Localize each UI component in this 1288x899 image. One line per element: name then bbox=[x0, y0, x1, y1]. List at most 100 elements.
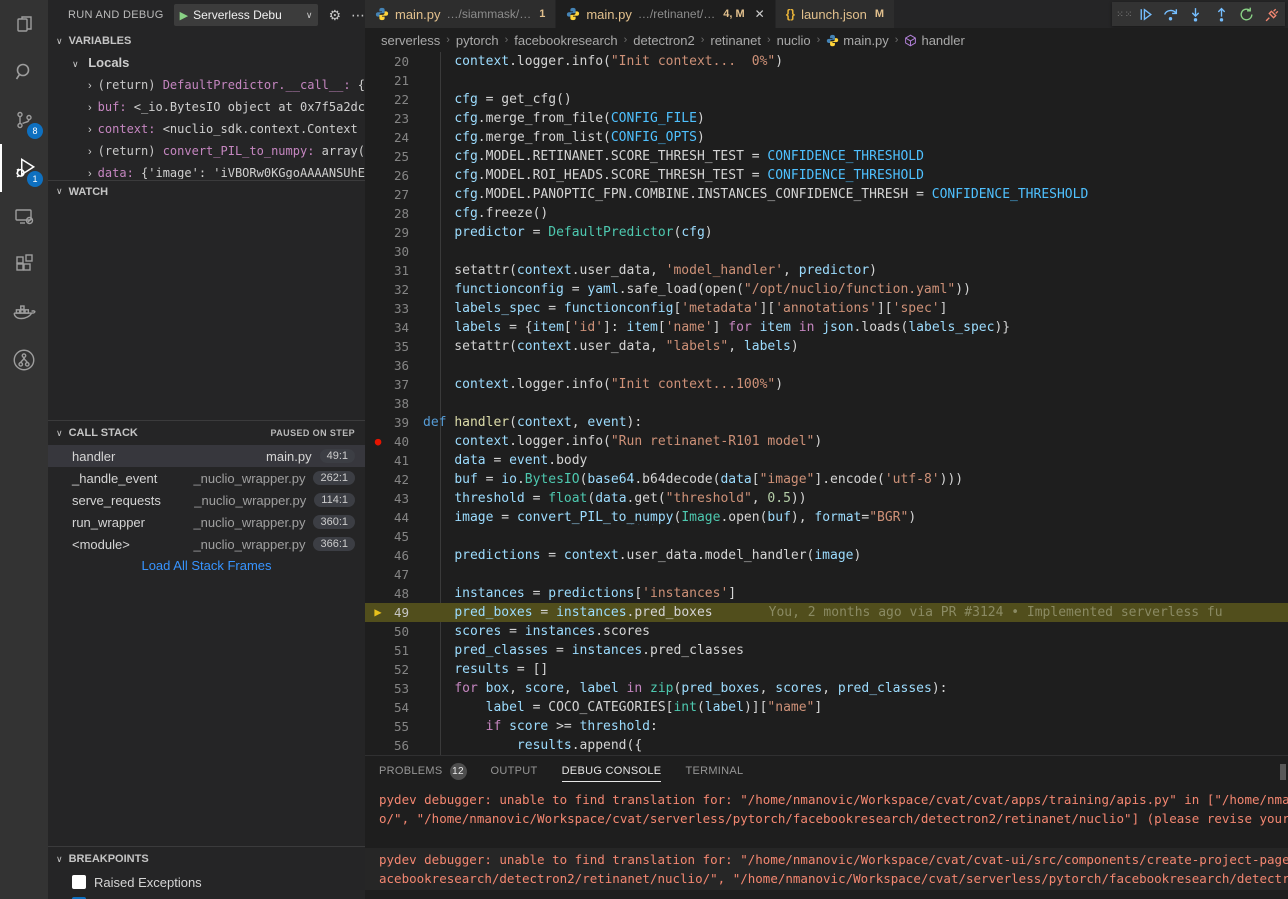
code-line[interactable]: 54 label = COCO_CATEGORIES[int(label)]["… bbox=[365, 698, 1288, 717]
code-line[interactable]: 28 cfg.freeze() bbox=[365, 204, 1288, 223]
code-line[interactable]: 36 bbox=[365, 356, 1288, 375]
call-stack-header[interactable]: ∨ CALL STACK PAUSED ON STEP bbox=[48, 421, 365, 445]
code-line[interactable]: 51 pred_classes = instances.pred_classes bbox=[365, 641, 1288, 660]
code-line[interactable]: 21 bbox=[365, 71, 1288, 90]
breadcrumb-item[interactable]: main.py bbox=[826, 33, 889, 48]
code-line[interactable]: 52 results = [] bbox=[365, 660, 1288, 679]
stack-frame-row[interactable]: run_wrapper_nuclio_wrapper.py360:1 bbox=[48, 511, 365, 533]
git-graph-icon[interactable] bbox=[0, 336, 48, 384]
code-line[interactable]: 25 cfg.MODEL.RETINANET.SCORE_THRESH_TEST… bbox=[365, 147, 1288, 166]
panel-tab-debug-console[interactable]: DEBUG CONSOLE bbox=[562, 756, 662, 786]
step-out-button[interactable] bbox=[1213, 6, 1230, 23]
step-into-button[interactable] bbox=[1187, 6, 1204, 23]
breakpoints-header[interactable]: ∨ BREAKPOINTS bbox=[48, 847, 365, 871]
code-line[interactable]: 43 threshold = float(data.get("threshold… bbox=[365, 489, 1288, 508]
more-actions-icon[interactable]: ⋯ bbox=[351, 7, 365, 24]
code-line[interactable]: 50 scores = instances.scores bbox=[365, 622, 1288, 641]
code-line[interactable]: 44 image = convert_PIL_to_numpy(Image.op… bbox=[365, 508, 1288, 527]
restart-button[interactable] bbox=[1238, 6, 1255, 23]
code-line[interactable]: 48 instances = predictions['instances'] bbox=[365, 584, 1288, 603]
console-message[interactable]: pydev debugger: unable to find translati… bbox=[365, 848, 1288, 890]
toolbar-drag-handle[interactable]: ⁙⁙ bbox=[1116, 11, 1128, 18]
variable-row[interactable]: ›(return) convert_PIL_to_numpy: array([[… bbox=[48, 140, 365, 162]
code-line[interactable]: 41 data = event.body bbox=[365, 451, 1288, 470]
stack-frame-row[interactable]: <module>_nuclio_wrapper.py366:1 bbox=[48, 533, 365, 555]
code-line[interactable]: 39def handler(context, event): bbox=[365, 413, 1288, 432]
code-line[interactable]: 20 context.logger.info("Init context... … bbox=[365, 52, 1288, 71]
load-all-stack-frames-link[interactable]: Load All Stack Frames bbox=[48, 555, 365, 577]
breadcrumb-item[interactable]: handler bbox=[904, 33, 964, 48]
breadcrumb-item[interactable]: nuclio bbox=[777, 33, 811, 48]
watch-header[interactable]: ∨ WATCH bbox=[48, 180, 365, 202]
code-line[interactable]: 23 cfg.merge_from_file(CONFIG_FILE) bbox=[365, 109, 1288, 128]
breadcrumb-item[interactable]: facebookresearch bbox=[514, 33, 617, 48]
continue-button[interactable] bbox=[1137, 6, 1154, 23]
code-line[interactable]: 55 if score >= threshold: bbox=[365, 717, 1288, 736]
breakpoint-row[interactable]: ✓Uncaught Exceptions bbox=[48, 893, 365, 899]
variable-row[interactable]: ›(return) DefaultPredictor.__call__: {'i… bbox=[48, 74, 365, 96]
locals-scope[interactable]: ∨ Locals bbox=[48, 52, 365, 74]
code-line[interactable]: 45 bbox=[365, 527, 1288, 546]
code-line[interactable]: 37 context.logger.info("Init context...1… bbox=[365, 375, 1288, 394]
editor-tab[interactable]: main.py…/siammask/…1 bbox=[365, 0, 555, 28]
breakpoint-row[interactable]: Raised Exceptions bbox=[48, 871, 365, 893]
disconnect-button[interactable] bbox=[1264, 6, 1281, 23]
code-line[interactable]: 46 predictions = context.user_data.model… bbox=[365, 546, 1288, 565]
code-line[interactable]: ●40 context.logger.info("Run retinanet-R… bbox=[365, 432, 1288, 451]
variables-header[interactable]: ∨ VARIABLES bbox=[48, 30, 365, 52]
breadcrumb-item[interactable]: detectron2 bbox=[633, 33, 694, 48]
run-and-debug-icon[interactable]: 1 bbox=[0, 144, 48, 192]
code-line[interactable]: 35 setattr(context.user_data, "labels", … bbox=[365, 337, 1288, 356]
editor-tab[interactable]: main.py…/retinanet/…4, M✕ bbox=[556, 0, 774, 28]
code-line[interactable]: 53 for box, score, label in zip(pred_box… bbox=[365, 679, 1288, 698]
variable-row[interactable]: ›data: {'image': 'iVBORw0KGgoAAAANSUhE… … bbox=[48, 162, 365, 179]
code-line[interactable]: 26 cfg.MODEL.ROI_HEADS.SCORE_THRESH_TEST… bbox=[365, 166, 1288, 185]
breakpoint-icon[interactable]: ● bbox=[375, 435, 382, 448]
code-line[interactable]: 24 cfg.merge_from_list(CONFIG_OPTS) bbox=[365, 128, 1288, 147]
variable-row[interactable]: ›context: <nuclio_sdk.context.Context ob… bbox=[48, 118, 365, 140]
code-editor[interactable]: 20 context.logger.info("Init context... … bbox=[365, 52, 1288, 755]
code-line[interactable]: 29 predictor = DefaultPredictor(cfg) bbox=[365, 223, 1288, 242]
editor-tab[interactable]: {}launch.jsonM bbox=[776, 0, 894, 28]
variable-row[interactable]: ›buf: <_io.BytesIO object at 0x7f5a2dc1e… bbox=[48, 96, 365, 118]
breakpoint-gutter[interactable]: ● bbox=[365, 432, 391, 452]
search-icon[interactable] bbox=[0, 48, 48, 96]
code-line[interactable]: 32 functionconfig = yaml.safe_load(open(… bbox=[365, 280, 1288, 299]
code-line[interactable]: 47 bbox=[365, 565, 1288, 584]
docker-icon[interactable] bbox=[0, 288, 48, 336]
code-line[interactable]: 56 results.append({ bbox=[365, 736, 1288, 755]
breakpoint-gutter[interactable]: ▶ bbox=[365, 603, 391, 623]
breadcrumb-item[interactable]: pytorch bbox=[456, 33, 499, 48]
code-line[interactable]: 30 bbox=[365, 242, 1288, 261]
launch-config-dropdown[interactable]: ▶ Serverless Debu ∨ bbox=[174, 4, 319, 26]
panel-tab-problems[interactable]: PROBLEMS12 bbox=[379, 756, 467, 786]
start-debug-icon[interactable]: ▶ bbox=[180, 9, 188, 22]
code-line-current[interactable]: ▶49 pred_boxes = instances.pred_boxesYou… bbox=[365, 603, 1288, 622]
panel-tab-output[interactable]: OUTPUT bbox=[491, 756, 538, 786]
code-line[interactable]: 42 buf = io.BytesIO(base64.b64decode(dat… bbox=[365, 470, 1288, 489]
stack-frame-row[interactable]: serve_requests_nuclio_wrapper.py114:1 bbox=[48, 489, 365, 511]
explorer-icon[interactable] bbox=[0, 0, 48, 48]
code-line[interactable]: 27 cfg.MODEL.PANOPTIC_FPN.COMBINE.INSTAN… bbox=[365, 185, 1288, 204]
code-line[interactable]: 38 bbox=[365, 394, 1288, 413]
source-control-icon[interactable]: 8 bbox=[0, 96, 48, 144]
code-line[interactable]: 33 labels_spec = functionconfig['metadat… bbox=[365, 299, 1288, 318]
breadcrumb-item[interactable]: retinanet bbox=[710, 33, 761, 48]
remote-explorer-icon[interactable] bbox=[0, 192, 48, 240]
step-over-button[interactable] bbox=[1162, 6, 1179, 23]
debug-console-output[interactable]: pydev debugger: unable to find translati… bbox=[365, 788, 1288, 899]
code-text: setattr(context.user_data, 'model_handle… bbox=[423, 263, 1288, 278]
stack-frame-row[interactable]: handlermain.py49:1 bbox=[48, 445, 365, 467]
panel-tab-terminal[interactable]: TERMINAL bbox=[685, 756, 743, 786]
close-icon[interactable]: ✕ bbox=[755, 7, 765, 21]
extensions-icon[interactable] bbox=[0, 240, 48, 288]
breakpoint-checkbox[interactable] bbox=[72, 875, 86, 889]
code-line[interactable]: 34 labels = {item['id']: item['name'] fo… bbox=[365, 318, 1288, 337]
panel-scrollbar[interactable] bbox=[1280, 764, 1286, 780]
console-message[interactable]: pydev debugger: unable to find translati… bbox=[365, 788, 1288, 830]
gear-icon[interactable]: ⚙ bbox=[328, 7, 341, 24]
code-line[interactable]: 31 setattr(context.user_data, 'model_han… bbox=[365, 261, 1288, 280]
breadcrumb-item[interactable]: serverless bbox=[381, 33, 440, 48]
code-line[interactable]: 22 cfg = get_cfg() bbox=[365, 90, 1288, 109]
stack-frame-row[interactable]: _handle_event_nuclio_wrapper.py262:1 bbox=[48, 467, 365, 489]
